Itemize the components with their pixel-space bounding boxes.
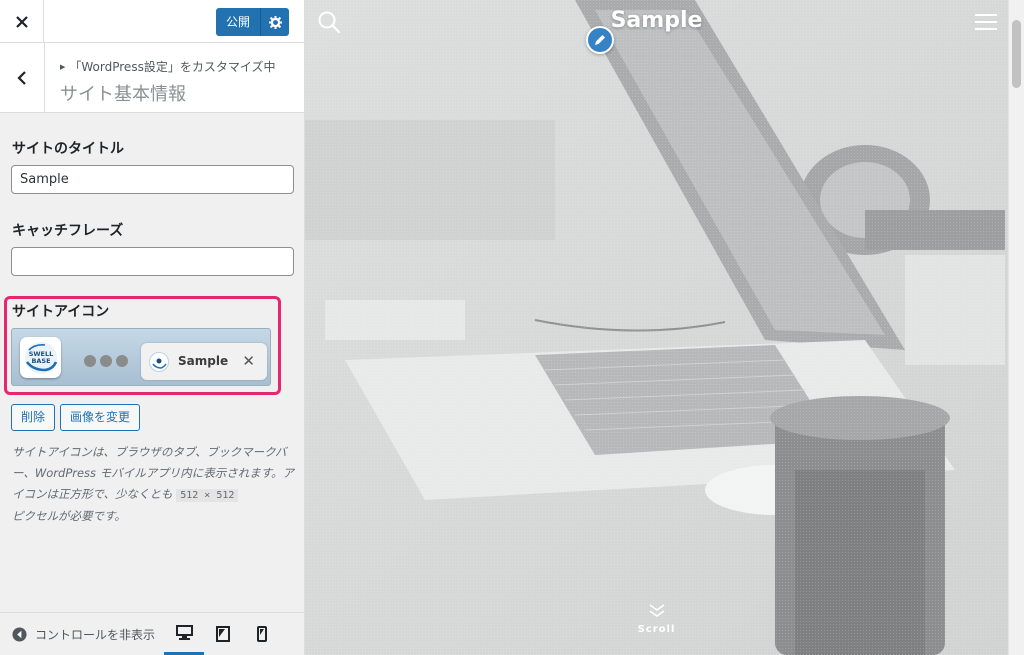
tablet-icon: [216, 626, 230, 642]
swell-logo-icon: SWELL BASE: [24, 341, 57, 374]
scroll-indicator[interactable]: Scroll: [305, 603, 1008, 635]
collapse-sidebar-button[interactable]: コントロールを非表示: [12, 626, 160, 643]
hamburger-menu-icon[interactable]: [975, 13, 997, 35]
favicon-icon: [149, 352, 169, 372]
site-title-heading[interactable]: Sample: [305, 8, 1008, 33]
device-tablet-button[interactable]: [203, 613, 243, 655]
mobile-icon: [257, 626, 267, 642]
browser-dot-icon: [100, 355, 112, 367]
edit-shortcut-button[interactable]: [586, 26, 614, 54]
triangle-right-icon: ▶: [60, 63, 66, 71]
close-icon: [15, 15, 28, 28]
tab-close-icon: ✕: [242, 352, 255, 370]
site-title-label: サイトのタイトル: [12, 141, 124, 157]
icon-size-code: 512 × 512: [176, 489, 239, 502]
device-mobile-button[interactable]: [242, 613, 282, 655]
site-title-input[interactable]: [11, 165, 294, 194]
collapse-label: コントロールを非表示: [35, 628, 156, 642]
tagline-label: キャッチフレーズ: [12, 223, 124, 239]
section-title: サイト基本情報: [60, 84, 186, 105]
back-button[interactable]: [0, 43, 45, 113]
site-icon-preview: SWELL BASE Sample ✕: [11, 328, 271, 386]
publish-settings-button[interactable]: [261, 8, 289, 36]
description-tail: ピクセルが必要です。: [12, 509, 126, 523]
svg-text:BASE: BASE: [31, 357, 50, 365]
browser-dot-icon: [84, 355, 96, 367]
collapse-arrow-icon: [12, 627, 27, 642]
site-icon-label: サイトアイコン: [12, 304, 110, 320]
tab-title: Sample: [178, 354, 229, 368]
desktop-icon: [175, 625, 193, 640]
site-icon-description: サイトアイコンは、ブラウザのタブ、ブックマークバー、WordPress モバイル…: [12, 442, 297, 527]
description-text: サイトアイコンは、ブラウザのタブ、ブックマークバー、WordPress モバイル…: [12, 445, 295, 501]
app-icon-preview: SWELL BASE: [20, 337, 61, 378]
preview-scrollbar[interactable]: [1008, 0, 1024, 655]
publish-group: 公開: [215, 8, 289, 36]
customizer-header: 公開: [0, 0, 304, 43]
chevron-left-icon: [17, 71, 26, 85]
breadcrumb: ▶ 「WordPress設定」をカスタマイズ中: [60, 58, 275, 75]
pencil-icon: [595, 35, 605, 45]
double-chevron-down-icon: [649, 604, 664, 617]
customizer-footer: コントロールを非表示: [0, 612, 304, 655]
change-image-button[interactable]: 画像を変更: [60, 404, 141, 431]
customizer-sidebar: 公開 ▶ 「WordPress設定」をカスタマイズ中 サイト基本情報 サイトのタ…: [0, 0, 305, 655]
scrollbar-thumb[interactable]: [1012, 20, 1021, 88]
tagline-input[interactable]: [11, 247, 294, 276]
site-preview[interactable]: Sample Scroll: [305, 0, 1008, 655]
gear-icon: [268, 15, 282, 29]
browser-dot-icon: [116, 355, 128, 367]
hero-background-image: [305, 0, 1008, 655]
breadcrumb-text: 「WordPress設定」をカスタマイズ中: [69, 60, 276, 74]
publish-button[interactable]: 公開: [215, 8, 261, 36]
remove-icon-button[interactable]: 削除: [11, 404, 56, 431]
browser-tab-preview: Sample ✕: [141, 343, 267, 380]
section-header: ▶ 「WordPress設定」をカスタマイズ中 サイト基本情報: [0, 43, 304, 113]
device-desktop-button[interactable]: [164, 613, 204, 655]
scroll-label: Scroll: [637, 624, 676, 635]
close-customizer-button[interactable]: [0, 0, 44, 43]
